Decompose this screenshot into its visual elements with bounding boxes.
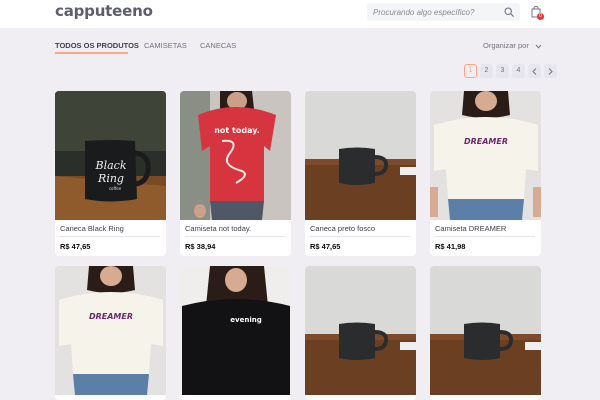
tab-mugs[interactable]: Canecas — [200, 41, 236, 50]
product-card[interactable]: Black Ring coffee Caneca Black Ring R$ 4… — [55, 91, 166, 256]
tab-all-products[interactable]: Todos os produtos — [55, 41, 139, 50]
evening-tshirt-image: evening — [180, 266, 291, 395]
product-card[interactable]: DREAMER — [55, 266, 166, 400]
search-input[interactable] — [373, 3, 498, 21]
card-divider — [435, 236, 535, 237]
prev-page-button[interactable] — [528, 64, 541, 78]
product-card[interactable]: Caneca preto fosco R$ 47,65 — [305, 91, 416, 256]
product-card[interactable]: evening — [180, 266, 291, 400]
not-today-tshirt-image: not today. — [180, 91, 291, 220]
header: capputeeno 0 — [0, 0, 600, 28]
dreamer-tshirt-image: DREAMER — [55, 266, 166, 395]
chevron-down-icon — [535, 44, 542, 49]
product-price: R$ 41,98 — [435, 242, 466, 251]
product-card[interactable]: DREAMER Camiseta DREAMER R$ 41,98 — [430, 91, 541, 256]
product-name: Caneca preto fosco — [310, 224, 376, 233]
search-icon[interactable] — [504, 7, 514, 17]
active-tab-indicator — [55, 52, 128, 54]
product-image: DREAMER — [430, 91, 541, 220]
card-divider — [60, 236, 160, 237]
page-button-4[interactable]: 4 — [512, 64, 525, 78]
card-divider — [310, 236, 410, 237]
product-image: Black Ring coffee — [55, 91, 166, 220]
sort-label: Organizar por — [483, 41, 529, 50]
product-name: Camiseta not today. — [185, 224, 252, 233]
cart-count-badge: 0 — [537, 13, 544, 20]
mug-print-line2: Ring — [97, 172, 124, 185]
product-price: R$ 47,65 — [60, 242, 91, 251]
mug-print-line3: coffee — [109, 186, 122, 191]
matte-black-mug-image — [305, 91, 416, 220]
page-button-2[interactable]: 2 — [480, 64, 493, 78]
next-page-button[interactable] — [544, 64, 557, 78]
product-name: Camiseta DREAMER — [435, 224, 507, 233]
product-image: DREAMER — [55, 266, 166, 395]
product-card[interactable] — [305, 266, 416, 400]
sort-dropdown[interactable]: Organizar por — [483, 41, 542, 50]
logo[interactable]: capputeeno — [55, 2, 153, 20]
product-card[interactable] — [430, 266, 541, 400]
page-button-3[interactable]: 3 — [496, 64, 509, 78]
product-price: R$ 47,65 — [310, 242, 341, 251]
product-card[interactable]: not today. Camiseta not today. R$ 38,94 — [180, 91, 291, 256]
tshirt-print: evening — [230, 316, 261, 324]
dreamer-tshirt-image: DREAMER — [430, 91, 541, 220]
product-name: Caneca Black Ring — [60, 224, 124, 233]
tshirt-print: DREAMER — [89, 312, 133, 321]
chevron-right-icon — [548, 67, 553, 75]
product-image — [305, 266, 416, 395]
search-box[interactable] — [367, 3, 520, 21]
page-button-1[interactable]: 1 — [464, 64, 477, 78]
tab-tshirts[interactable]: Camisetas — [144, 41, 187, 50]
chevron-left-icon — [532, 67, 537, 75]
tshirt-print: not today. — [214, 126, 260, 135]
card-divider — [185, 236, 285, 237]
product-image: evening — [180, 266, 291, 395]
product-price: R$ 38,94 — [185, 242, 216, 251]
product-image: not today. — [180, 91, 291, 220]
matte-black-mug-image — [305, 266, 416, 395]
mug-print-line1: Black — [95, 159, 127, 172]
matte-black-mug-image — [430, 266, 541, 395]
tshirt-print: DREAMER — [464, 137, 508, 146]
product-image — [430, 266, 541, 395]
product-image — [305, 91, 416, 220]
black-ring-mug-image: Black Ring coffee — [55, 91, 166, 220]
